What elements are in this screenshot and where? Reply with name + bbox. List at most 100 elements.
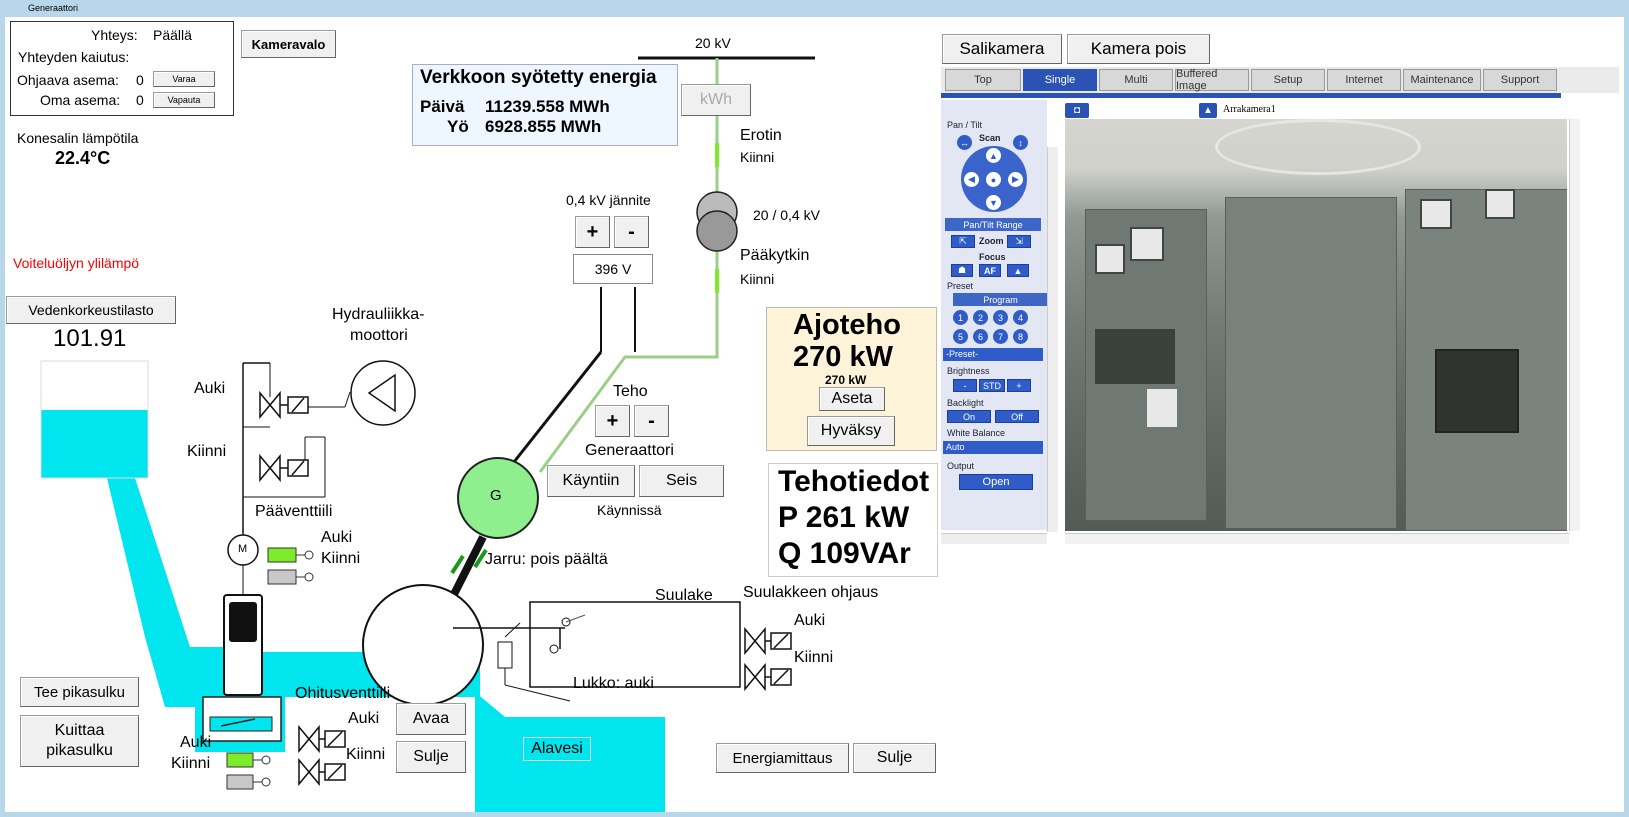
generator-symbol: G [490, 487, 502, 504]
window-title: Generaattori [28, 3, 79, 13]
camera-alarm-icon[interactable]: ▲ [1199, 103, 1217, 118]
zoom-out-icon[interactable]: ⇱ [951, 235, 975, 248]
pan-scan-icon[interactable]: ↔ [957, 135, 972, 150]
tab-top[interactable]: Top [945, 69, 1021, 91]
hyvaksy-button[interactable]: Hyväksy [807, 416, 895, 446]
erotin-state: Kiinni [740, 149, 775, 165]
backlight-off-button[interactable]: Off [995, 410, 1039, 423]
ohjaava-label: Ohjaava asema: [17, 72, 119, 88]
brightness-label: Brightness [947, 366, 990, 376]
teho-minus-button[interactable]: - [634, 405, 669, 437]
tilt-up-icon[interactable]: ▲ [986, 148, 1001, 163]
pan-right-icon[interactable]: ▶ [1008, 172, 1023, 187]
pan-home-icon[interactable]: ● [986, 172, 1001, 187]
preset-7-button[interactable]: 7 [993, 329, 1008, 344]
preset-5-button[interactable]: 5 [953, 329, 968, 344]
tee-pikasulku-button[interactable]: Tee pikasulku [20, 677, 139, 707]
seis-button[interactable]: Seis [639, 465, 724, 497]
run-power-value: 270 kW [793, 341, 893, 373]
bypass-auki: Auki [348, 710, 380, 727]
output-label: Output [947, 461, 975, 471]
brightness-std-button[interactable]: STD [979, 379, 1005, 392]
temperature-value: 22.4°C [55, 148, 111, 168]
controls-scrollbar[interactable] [1047, 147, 1058, 532]
video-scrollbar[interactable] [1569, 119, 1580, 531]
video-hscrollbar[interactable] [1065, 533, 1569, 544]
tilt-scan-icon[interactable]: ↕ [1013, 135, 1028, 150]
preset-2-button[interactable]: 2 [973, 310, 988, 325]
salikamera-button[interactable]: Salikamera [942, 34, 1062, 64]
voltage-plus-button[interactable]: + [575, 216, 610, 248]
focus-label: Focus [979, 252, 1006, 262]
yo-label: Yö [447, 117, 469, 136]
tab-internet[interactable]: Internet [1327, 69, 1401, 91]
kuittaa-line-2: pikasulku [46, 742, 113, 759]
tab-maintenance[interactable]: Maintenance [1403, 69, 1481, 91]
kayntiin-button[interactable]: Käyntiin [547, 465, 635, 497]
vapauta-button[interactable]: Vapauta [153, 92, 215, 108]
bypass-title: Ohitusventtiili [295, 685, 391, 702]
bypass-kiinni: Kiinni [346, 746, 386, 763]
tilt-down-icon[interactable]: ▼ [986, 195, 1001, 210]
tab-buffered-image[interactable]: Buffered Image [1175, 68, 1249, 92]
tab-multi[interactable]: Multi [1099, 69, 1173, 91]
preset-6-button[interactable]: 6 [973, 329, 988, 344]
teho-label: Teho [613, 383, 648, 400]
video-label-plate [1147, 389, 1177, 427]
hydraulic-motor-label-1: Hydrauliikka- [332, 306, 425, 323]
teho-plus-button[interactable]: + [595, 405, 630, 437]
preset-1-button[interactable]: 1 [953, 310, 968, 325]
backlight-label: Backlight [947, 398, 984, 408]
kuittaa-line-1: Kuittaa [54, 722, 105, 739]
preset-select[interactable]: -Preset- [943, 348, 1043, 361]
hydraulic-kiinni-label: Kiinni [187, 443, 227, 460]
focus-far-icon[interactable]: ▲ [1007, 264, 1029, 277]
tab-support[interactable]: Support [1483, 69, 1557, 91]
brightness-plus-button[interactable]: + [1007, 379, 1031, 392]
brightness-minus-button[interactable]: - [953, 379, 977, 392]
aseta-button[interactable]: Aseta [819, 387, 885, 411]
energy-title: Verkkoon syötetty energia [420, 67, 657, 88]
kaiutus-label: Yhteyden kaiutus: [18, 49, 130, 65]
kwh-button[interactable]: kWh [681, 84, 751, 116]
varaa-button[interactable]: Varaa [153, 71, 215, 87]
avaa-button[interactable]: Avaa [396, 703, 466, 735]
pan-left-icon[interactable]: ◀ [964, 172, 979, 187]
controls-hscrollbar[interactable] [941, 533, 1047, 544]
output-open-button[interactable]: Open [959, 474, 1033, 490]
video-meter-3 [1420, 199, 1452, 229]
zoom-in-icon[interactable]: ⇲ [1007, 235, 1031, 248]
tab-single[interactable]: Single [1023, 69, 1097, 91]
vedenkorkeus-button[interactable]: Vedenkorkeustilasto [6, 296, 176, 324]
tab-setup[interactable]: Setup [1251, 69, 1325, 91]
preset-8-button[interactable]: 8 [1013, 329, 1028, 344]
video-switch-panel [1095, 329, 1175, 384]
voltage-value: 396 V [573, 254, 653, 284]
energiamittaus-button[interactable]: Energiamittaus [716, 743, 849, 773]
video-meter-2 [1095, 244, 1125, 274]
camera-controls: Pan / Tilt ↔ Scan ↕ ▲ ▼ ◀ ▶ ● Pan/Tilt R… [941, 100, 1047, 530]
preset-3-button[interactable]: 3 [993, 310, 1008, 325]
snapshot-camera-icon[interactable]: ◘ [1065, 103, 1089, 118]
title-bar: Generaattori [0, 0, 1629, 16]
kamera-pois-button[interactable]: Kamera pois [1067, 34, 1210, 64]
voltage-minus-button[interactable]: - [614, 216, 649, 248]
white-balance-select[interactable]: Auto [943, 441, 1043, 454]
yhteys-value: Päällä [153, 27, 192, 43]
yo-value: 6928.855 MWh [485, 117, 602, 136]
autofocus-button[interactable]: AF [979, 264, 1001, 277]
video-ceiling-fixture [1215, 119, 1421, 175]
quick-stop-auki: Auki [180, 734, 212, 751]
nozzle-kiinni: Kiinni [794, 649, 834, 666]
brake-status: Jarru: pois päältä [485, 551, 608, 568]
nozzle-auki: Auki [794, 612, 826, 629]
focus-near-icon[interactable]: ☗ [951, 264, 973, 277]
sulje-button[interactable]: Sulje [853, 743, 936, 773]
kuittaa-pikasulku-button[interactable]: Kuittaa pikasulku [20, 715, 139, 767]
bypass-sulje-button[interactable]: Sulje [396, 741, 466, 773]
kameravalo-button[interactable]: Kameravalo [241, 30, 336, 58]
preset-4-button[interactable]: 4 [1013, 310, 1028, 325]
pan-tilt-range-label: Pan/Tilt Range [945, 218, 1041, 231]
backlight-on-button[interactable]: On [947, 410, 991, 423]
motor-symbol: M [238, 543, 248, 555]
